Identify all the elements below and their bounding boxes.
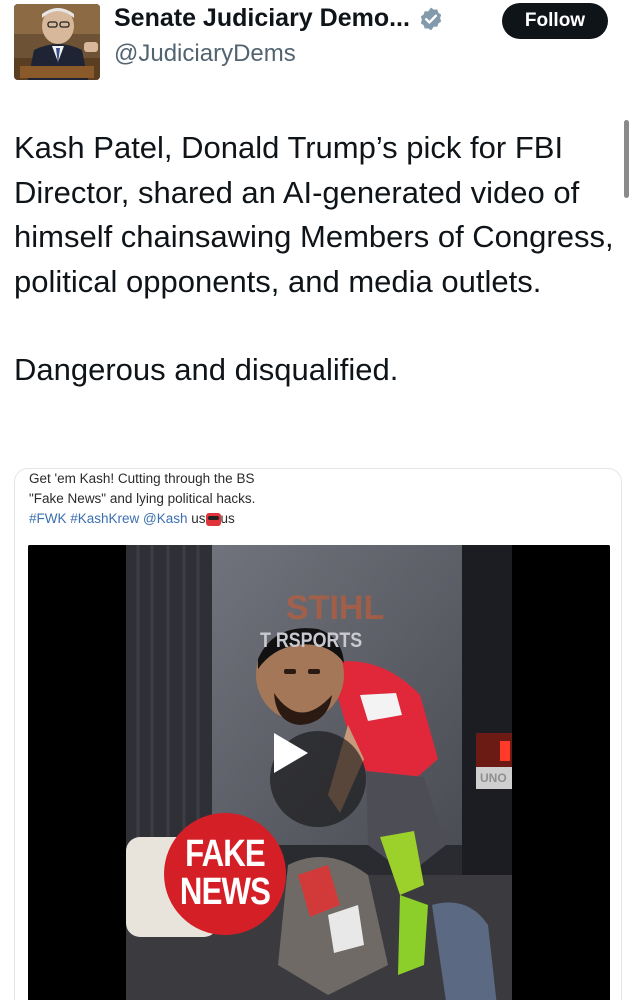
embedded-caption: Get 'em Kash! Cutting through the BS "Fa… (29, 469, 255, 529)
handle[interactable]: @JudiciaryDems (114, 40, 296, 68)
caption-flag-text: us (220, 511, 235, 526)
display-name[interactable]: Senate Judiciary Demo... (114, 4, 410, 33)
follow-button[interactable]: Follow (502, 3, 608, 39)
embedded-post-card[interactable]: Get 'em Kash! Cutting through the BS "Fa… (14, 468, 622, 1000)
name-row: Senate Judiciary Demo... (114, 4, 444, 33)
stihl-logo-text: STIHL (286, 589, 384, 627)
sign-text: T RSPORTS (260, 629, 363, 652)
caption-hashtags[interactable]: #FWK #KashKrew @Kash (29, 511, 188, 526)
caption-flag-text: us (191, 511, 206, 526)
tweet-paragraph: Dangerous and disqualified. (14, 352, 399, 387)
play-icon (274, 733, 308, 773)
caption-line: "Fake News" and lying political hacks. (29, 491, 256, 506)
tweet-text: Kash Patel, Donald Trump’s pick for FBI … (14, 126, 620, 393)
badge-line: NEWS (179, 871, 271, 913)
tweet-header: Senate Judiciary Demo... @JudiciaryDems … (0, 0, 635, 90)
video-player[interactable]: STIHL T RSPORTS UNO FAKE NEWS (28, 545, 610, 1000)
sunglasses-emoji-icon (205, 512, 221, 526)
verified-badge-icon (420, 7, 442, 30)
play-button[interactable] (270, 731, 366, 827)
scrollbar[interactable] (624, 120, 629, 198)
side-sign-text: UNO (480, 771, 507, 785)
tweet-paragraph: Kash Patel, Donald Trump’s pick for FBI … (14, 130, 614, 299)
fake-news-badge: FAKE NEWS (164, 813, 286, 935)
caption-line: Get 'em Kash! Cutting through the BS (29, 471, 255, 486)
avatar[interactable] (14, 4, 100, 80)
badge-line: FAKE (185, 833, 266, 875)
